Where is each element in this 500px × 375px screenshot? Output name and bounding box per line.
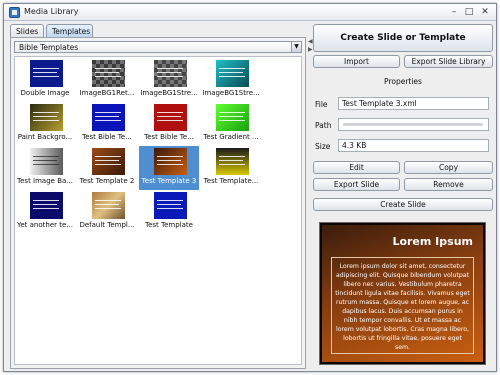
template-thumbnail [92, 192, 125, 219]
export-slide-library-button[interactable]: Export Slide Library [404, 55, 493, 68]
template-thumbnail [92, 60, 125, 87]
template-category-value: Bible Templates [19, 43, 79, 52]
template-item[interactable]: Test Template [139, 190, 199, 234]
template-item[interactable]: Test Template 2 [77, 146, 137, 190]
maximize-icon[interactable]: □ [463, 7, 475, 18]
template-label: Test Bible Te... [144, 133, 194, 141]
template-preview: Lorem Ipsum Lorem ipsum dolor sit amet, … [319, 222, 486, 365]
template-item[interactable]: Test Gradient ... [201, 102, 261, 146]
tab-templates[interactable]: Templates [46, 24, 93, 38]
template-label: Test Template 2 [79, 177, 135, 185]
create-slide-button[interactable]: Create Slide [313, 198, 493, 211]
template-thumbnail [92, 148, 125, 175]
template-thumbnail [30, 60, 63, 87]
template-item[interactable]: ImageBG1Stre... [201, 58, 261, 102]
template-gallery: Double Image ImageBG1Ret... ImageBG1Stre… [14, 56, 302, 365]
template-label: Default Templ... [79, 221, 135, 229]
edit-button[interactable]: Edit [313, 161, 400, 174]
title-bar[interactable]: Media Library – □ ✕ [4, 4, 496, 21]
template-label: Paint Backgro... [17, 133, 73, 141]
template-label: Test Template... [203, 177, 259, 185]
template-thumbnail [30, 104, 63, 131]
template-item[interactable]: Test Bible Te... [77, 102, 137, 146]
properties-heading: Properties [384, 77, 422, 86]
preview-canvas: Lorem Ipsum Lorem ipsum dolor sit amet, … [322, 225, 483, 362]
chevron-down-icon[interactable]: ▼ [291, 42, 301, 52]
template-label: ImageBG1Stre... [202, 89, 260, 97]
template-thumbnail [92, 104, 125, 131]
template-thumbnail [154, 192, 187, 219]
template-item[interactable]: Default Templ... [77, 190, 137, 234]
file-label: File [315, 100, 328, 109]
size-label: Size [315, 142, 331, 151]
template-label: Test Bible Te... [82, 133, 132, 141]
template-item[interactable]: Double Image [15, 58, 75, 102]
close-icon[interactable]: ✕ [479, 7, 491, 18]
template-item[interactable]: Test Bible Te... [139, 102, 199, 146]
import-button[interactable]: Import [313, 55, 400, 68]
window-title: Media Library [24, 7, 79, 16]
media-library-window: Media Library – □ ✕ Slides Templates Bib… [3, 3, 497, 372]
template-thumbnail [154, 148, 187, 175]
template-label: Test Gradient ... [203, 133, 259, 141]
template-item[interactable]: ImageBG1Ret... [77, 58, 137, 102]
template-label: Test Template 3 [141, 177, 197, 185]
expand-right-icon[interactable]: ▶ [308, 46, 313, 53]
template-item[interactable]: Yet another te... [15, 190, 75, 234]
app-icon [9, 7, 20, 18]
template-item[interactable]: ImageBG1Stre... [139, 58, 199, 102]
template-item[interactable]: Test Image Ba... [15, 146, 75, 190]
template-thumbnail [30, 192, 63, 219]
template-thumbnail [154, 104, 187, 131]
remove-button[interactable]: Remove [404, 178, 493, 191]
size-field[interactable]: 4.3 KB [338, 139, 489, 152]
path-label: Path [315, 121, 332, 130]
template-category-select[interactable]: Bible Templates ▼ [14, 41, 302, 53]
template-label: Yet another te... [17, 221, 73, 229]
export-slide-button[interactable]: Export Slide [313, 178, 400, 191]
preview-title: Lorem Ipsum [392, 235, 473, 248]
template-label: ImageBG1Ret... [79, 89, 135, 97]
template-thumbnail [154, 60, 187, 87]
template-label: Test Image Ba... [17, 177, 73, 185]
template-thumbnail [216, 148, 249, 175]
collapse-left-icon[interactable]: ◀ [308, 38, 313, 45]
minimize-icon[interactable]: – [448, 7, 460, 18]
copy-button[interactable]: Copy [404, 161, 493, 174]
path-field[interactable] [338, 118, 489, 131]
template-label: Test Template [145, 221, 193, 229]
templates-panel: Bible Templates ▼ Double Image ImageBG1R… [10, 37, 306, 369]
template-label: ImageBG1Stre... [140, 89, 198, 97]
actions-panel: Create Slide or Template Import Export S… [313, 24, 493, 370]
template-item-selected[interactable]: Test Template 3 [139, 146, 199, 190]
template-label: Double Image [20, 89, 70, 97]
tab-slides[interactable]: Slides [10, 24, 44, 38]
split-pane-divider[interactable]: ◀ ▶ [308, 24, 313, 369]
template-thumbnail [216, 60, 249, 87]
template-thumbnail [30, 148, 63, 175]
template-thumbnail [216, 104, 249, 131]
create-slide-or-template-button[interactable]: Create Slide or Template [313, 24, 493, 52]
template-item[interactable]: Test Template... [201, 146, 261, 190]
file-field[interactable]: Test Template 3.xml [338, 97, 489, 110]
preview-body-text: Lorem ipsum dolor sit amet, consectetur … [331, 257, 474, 354]
template-item[interactable]: Paint Backgro... [15, 102, 75, 146]
